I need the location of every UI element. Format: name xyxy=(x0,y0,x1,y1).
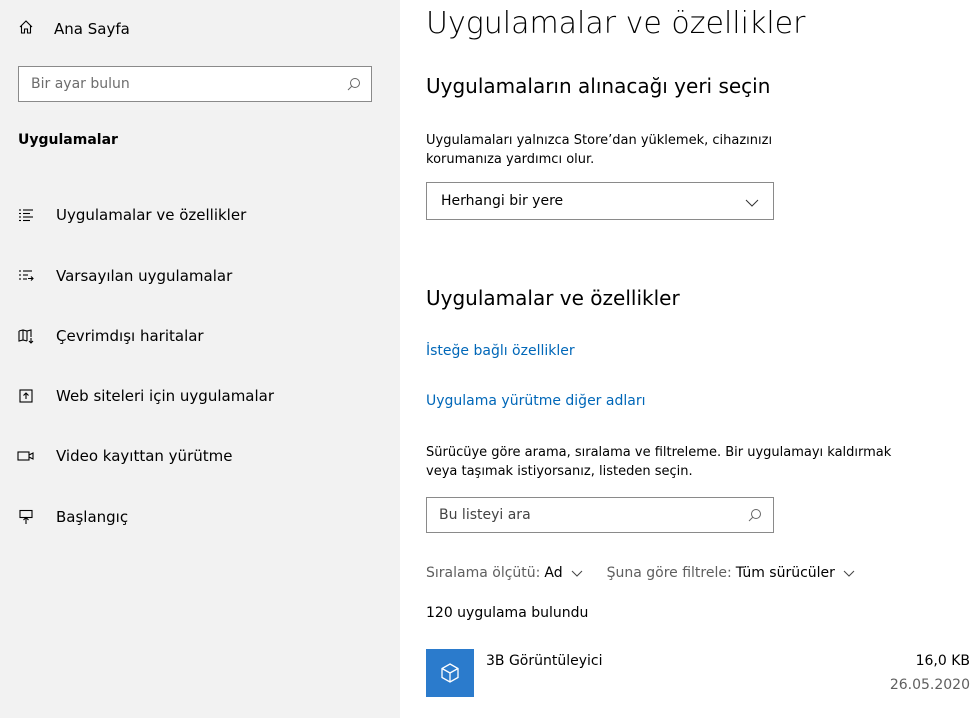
sidebar-item-default-apps[interactable]: Varsayılan uygulamalar xyxy=(16,263,232,289)
sort-by-dropdown[interactable]: Sıralama ölçütü: Ad xyxy=(426,565,583,581)
home-icon xyxy=(18,19,34,39)
apps-for-websites-icon xyxy=(16,388,36,404)
settings-search-box[interactable] xyxy=(18,66,372,102)
video-playback-icon xyxy=(16,448,36,464)
settings-search-input[interactable] xyxy=(19,75,337,93)
apps-list-search-box[interactable] xyxy=(426,497,774,533)
sidebar-item-label: Uygulamalar ve özellikler xyxy=(56,206,247,224)
apps-features-heading: Uygulamalar ve özellikler xyxy=(426,286,680,310)
page-title: Uygulamalar ve özellikler xyxy=(426,6,806,41)
sort-value: Ad xyxy=(544,565,563,581)
filter-label: Şuna göre filtrele: xyxy=(606,565,732,581)
sidebar-item-label: Varsayılan uygulamalar xyxy=(56,267,233,285)
install-source-dropdown[interactable]: Herhangi bir yere xyxy=(426,182,774,220)
app-size: 16,0 KB xyxy=(915,653,970,669)
startup-icon xyxy=(16,509,36,525)
apps-features-icon xyxy=(16,207,36,223)
chevron-down-icon xyxy=(843,570,855,577)
dropdown-value: Herhangi bir yere xyxy=(441,193,564,209)
sidebar-item-label: Web siteleri için uygulamalar xyxy=(56,387,275,405)
search-icon[interactable] xyxy=(737,508,773,522)
description-line: veya taşımak istiyorsanız, listeden seçi… xyxy=(426,464,693,479)
home-nav-item[interactable]: Ana Sayfa xyxy=(18,17,130,41)
sidebar-item-apps-features[interactable]: Uygulamalar ve özellikler xyxy=(16,202,246,228)
description-line: korumanıza yardımcı olur. xyxy=(426,152,595,167)
description-line: Sürücüye göre arama, sıralama ve filtrel… xyxy=(426,445,892,460)
offline-maps-icon xyxy=(16,328,36,344)
sidebar-item-offline-maps[interactable]: Çevrimdışı haritalar xyxy=(16,323,204,349)
sidebar-item-label: Video kayıttan yürütme xyxy=(56,447,233,465)
sidebar-item-label: Başlangıç xyxy=(56,508,129,526)
optional-features-link[interactable]: İsteğe bağlı özellikler xyxy=(426,343,575,359)
app-name: 3B Görüntüleyici xyxy=(486,653,603,669)
sidebar-item-video-playback[interactable]: Video kayıttan yürütme xyxy=(16,443,232,469)
home-label: Ana Sayfa xyxy=(54,20,130,38)
app-list-item[interactable]: 3B Görüntüleyici 16,0 KB 26.05.2020 xyxy=(426,645,972,701)
section-title: Uygulamalar xyxy=(18,132,118,148)
3d-viewer-icon xyxy=(426,649,474,697)
chevron-down-icon xyxy=(571,570,583,577)
install-source-heading: Uygulamaların alınacağı yeri seçin xyxy=(426,74,771,98)
app-install-date: 26.05.2020 xyxy=(889,677,970,693)
description-line: Uygulamaları yalnızca Store’dan yüklemek… xyxy=(426,133,773,148)
filter-value: Tüm sürücüler xyxy=(735,565,835,581)
sort-filter-bar: Sıralama ölçütü: Ad Şuna göre filtrele: … xyxy=(426,565,855,581)
apps-list-search-input[interactable] xyxy=(427,506,737,524)
default-apps-icon xyxy=(16,268,36,284)
sidebar-item-label: Çevrimdışı haritalar xyxy=(56,327,204,345)
apps-list-description: Sürücüye göre arama, sıralama ve filtrel… xyxy=(426,443,891,481)
sidebar-item-apps-for-websites[interactable]: Web siteleri için uygulamalar xyxy=(16,383,274,409)
main-content: Uygulamalar ve özellikler Uygulamaların … xyxy=(400,0,976,718)
app-execution-aliases-link[interactable]: Uygulama yürütme diğer adları xyxy=(426,393,645,409)
apps-count: 120 uygulama bulundu xyxy=(426,605,589,621)
sidebar: Ana Sayfa Uygulamalar Uygulamalar ve öze… xyxy=(0,0,400,718)
install-source-description: Uygulamaları yalnızca Store’dan yüklemek… xyxy=(426,131,772,169)
filter-by-dropdown[interactable]: Şuna göre filtrele: Tüm sürücüler xyxy=(607,565,855,581)
sidebar-item-startup[interactable]: Başlangıç xyxy=(16,504,128,530)
search-icon[interactable] xyxy=(337,77,371,91)
sort-label: Sıralama ölçütü: xyxy=(426,565,541,581)
chevron-down-icon xyxy=(745,192,759,211)
